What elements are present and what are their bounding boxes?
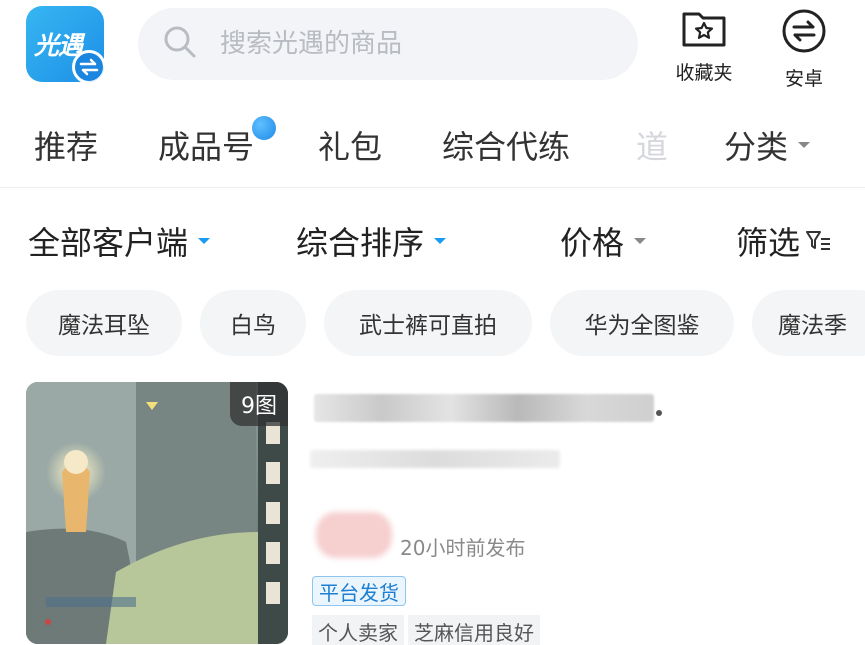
- chevron-down-icon: [198, 238, 211, 244]
- listing-thumbnail[interactable]: 9图: [26, 382, 288, 644]
- seller-type-tag: 个人卖家: [312, 614, 404, 645]
- chevron-down-icon: [798, 142, 811, 148]
- chevron-down-icon: [434, 238, 447, 244]
- tag-chip[interactable]: 魔法耳坠: [26, 290, 182, 356]
- tag-chip[interactable]: 华为全图鉴: [550, 290, 734, 356]
- tab-items[interactable]: 道: [636, 122, 668, 168]
- price-filter-label: 价格: [560, 224, 625, 262]
- listing-title-redacted: [314, 394, 654, 422]
- tab-categories-label: 分类: [724, 128, 789, 166]
- advanced-filter[interactable]: 筛选: [736, 218, 832, 264]
- listing-card[interactable]: 9图 20小时前发布 平台发货 个人卖家 芝麻信用良好: [26, 382, 865, 645]
- tab-boosting[interactable]: 综合代练: [442, 122, 570, 168]
- favorites-button[interactable]: 收藏夹: [668, 8, 740, 85]
- app-header: 光遇 收藏夹 安卓: [0, 0, 865, 100]
- app-logo[interactable]: 光遇: [26, 6, 104, 82]
- chevron-down-icon: [634, 238, 647, 244]
- new-badge-dot: [252, 116, 276, 140]
- tag-chip[interactable]: 武士裤可直拍: [324, 290, 532, 356]
- android-button[interactable]: 安卓: [772, 8, 836, 91]
- swap-icon: [72, 50, 104, 82]
- tab-gift-pack[interactable]: 礼包: [318, 122, 382, 168]
- client-filter[interactable]: 全部客户端: [28, 218, 211, 264]
- sort-filter-label: 综合排序: [296, 224, 425, 262]
- tab-recommend[interactable]: 推荐: [34, 122, 98, 168]
- seller-avatar-redacted: [316, 512, 392, 558]
- category-tabs: 推荐 成品号 礼包 综合代练 道 分类: [0, 100, 865, 188]
- filter-icon: [806, 230, 832, 252]
- switch-platform-icon: [781, 8, 827, 58]
- quick-tags: 魔法耳坠 白鸟 武士裤可直拍 华为全图鉴 魔法季: [0, 288, 865, 360]
- platform-delivery-tag: 平台发货: [312, 576, 406, 606]
- credit-tag: 芝麻信用良好: [408, 614, 540, 645]
- filter-bar: 全部客户端 综合排序 价格 筛选: [0, 190, 865, 286]
- title-end-mark: [656, 410, 662, 416]
- search-bar[interactable]: [138, 8, 638, 80]
- listing-subtitle-redacted: [310, 450, 560, 468]
- advanced-filter-label: 筛选: [736, 224, 801, 262]
- post-time: 20小时前发布: [400, 536, 526, 560]
- tag-chip[interactable]: 魔法季: [752, 290, 865, 356]
- search-icon: [162, 24, 198, 64]
- search-input[interactable]: [220, 29, 600, 59]
- favorites-label: 收藏夹: [675, 62, 733, 84]
- android-label: 安卓: [784, 68, 823, 90]
- tag-chip[interactable]: 白鸟: [200, 290, 306, 356]
- sort-filter[interactable]: 综合排序: [296, 218, 447, 264]
- tab-finished-accounts[interactable]: 成品号: [158, 122, 254, 168]
- seller-tags: 个人卖家 芝麻信用良好: [312, 614, 544, 645]
- image-count-badge: 9图: [230, 382, 288, 426]
- tab-categories[interactable]: 分类: [724, 122, 811, 168]
- favorites-folder-icon: [681, 8, 727, 52]
- client-filter-label: 全部客户端: [28, 224, 189, 262]
- price-filter[interactable]: 价格: [560, 218, 647, 264]
